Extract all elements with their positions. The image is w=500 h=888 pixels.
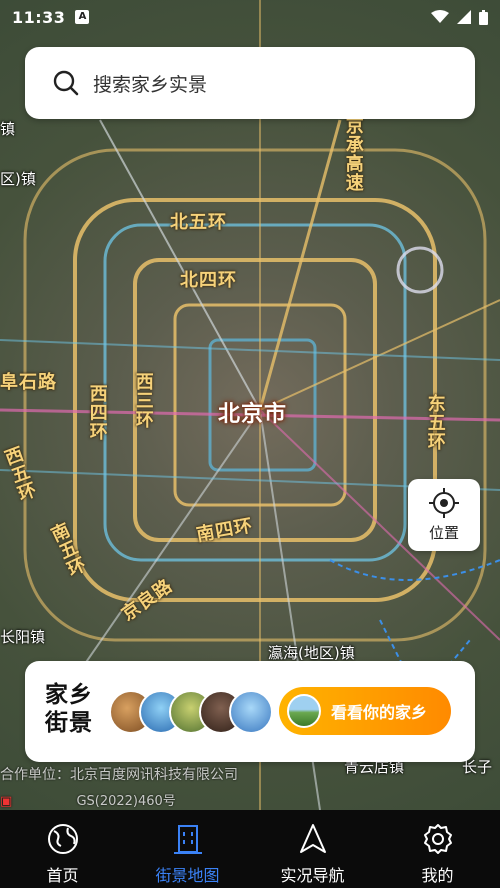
map-label-town-2: 区)镇: [0, 170, 36, 188]
map-label-jingcheng-expressway: 京承高速: [342, 116, 364, 192]
nav-item-live-navigation[interactable]: 实况导航: [250, 810, 375, 888]
hometown-thumbnail: [287, 694, 321, 728]
card-title-line2: 街景: [45, 710, 93, 736]
card-title-line1: 家乡: [45, 682, 93, 708]
wifi-icon: [431, 10, 449, 23]
navigation-arrow-icon: [299, 824, 326, 853]
search-placeholder[interactable]: 搜索家乡实景: [93, 70, 207, 97]
crosshair-icon: [429, 487, 459, 518]
map-brand-logo: ▣: [0, 794, 13, 809]
map-label-west-3rd-ring: 西三环: [132, 372, 154, 429]
card-title: 家乡 街景: [45, 681, 93, 737]
nav-item-home[interactable]: 首页: [0, 810, 125, 888]
map-copyright: 合作单位：北京百度网讯科技有限公司: [0, 767, 238, 783]
map-label-east-5th-ring: 东五环: [424, 394, 446, 451]
map-label-north-4th-ring: 北四环: [180, 270, 237, 291]
bottom-nav: 首页 街景地图 实况导航 我的: [0, 810, 500, 888]
globe-icon: [47, 824, 78, 854]
search-bar[interactable]: 搜索家乡实景: [25, 47, 475, 119]
nav-label-live-navigation: 实况导航: [280, 866, 345, 885]
signal-icon: [457, 10, 471, 24]
map-label-west-4th-ring: 西四环: [86, 384, 108, 441]
map-gs-number: ▣ GS(2022)460号: [0, 790, 176, 809]
location-button-label: 位置: [428, 523, 459, 542]
nav-item-mine[interactable]: 我的: [375, 810, 500, 888]
hometown-streetview-card[interactable]: 家乡 街景 看看你的家乡: [25, 661, 475, 762]
status-icons: [431, 9, 488, 25]
gear-icon: [423, 824, 452, 854]
search-icon: [53, 70, 79, 96]
map-label-fushi-road: 阜石路: [0, 372, 57, 393]
nav-item-streetview-map[interactable]: 街景地图: [125, 810, 250, 888]
notification-a-icon: A: [75, 10, 90, 24]
building-icon: [173, 825, 202, 854]
map-label-yinghai-town: 瀛海(地区)镇: [268, 644, 355, 662]
status-time: 11:33: [12, 7, 66, 27]
status-bar: 11:33 A: [0, 0, 500, 34]
nav-label-home: 首页: [46, 866, 79, 885]
map-label-beijing-city: 北京市: [218, 402, 288, 427]
map-label-town-1: 镇: [0, 120, 16, 138]
avatar: [229, 690, 273, 734]
gs-number-text: GS(2022)460号: [76, 794, 176, 809]
map-label-north-5th-ring: 北五环: [170, 212, 227, 233]
map-label-changyang-town: 长阳镇: [0, 628, 46, 646]
location-button[interactable]: 位置: [408, 479, 480, 551]
nav-label-streetview-map: 街景地图: [155, 866, 220, 885]
battery-icon: [479, 9, 488, 25]
view-hometown-button[interactable]: 看看你的家乡: [279, 687, 451, 735]
view-hometown-label: 看看你的家乡: [331, 703, 428, 722]
nav-label-mine: 我的: [421, 866, 454, 885]
